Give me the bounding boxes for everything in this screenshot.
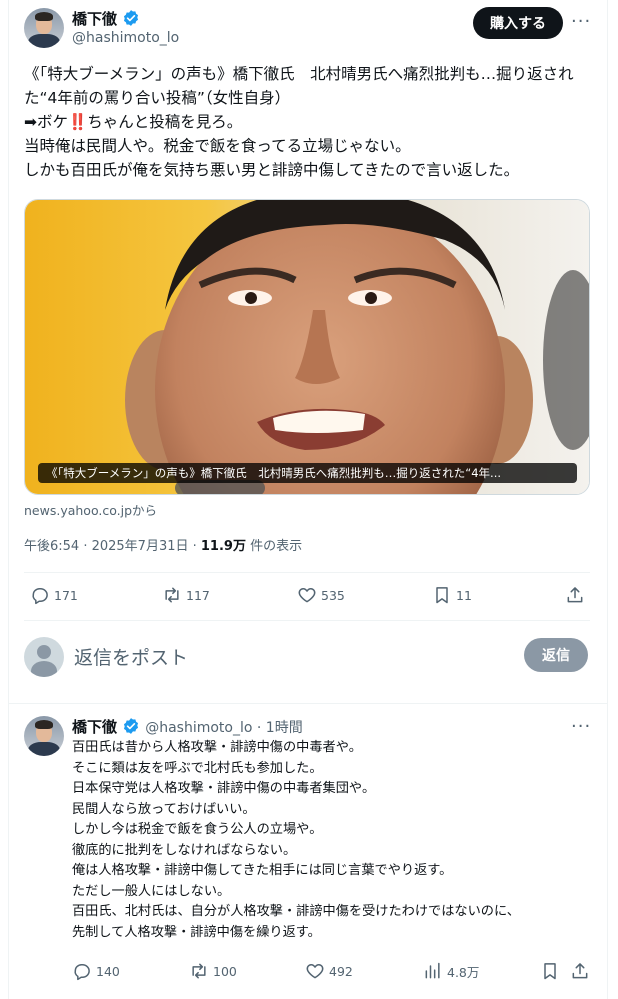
reply-author-handle[interactable]: @hashimoto_lo <box>145 720 252 736</box>
like-count: 535 <box>321 587 345 603</box>
tweet-meta: 午後6:54 · 2025年7月31日 · 11.9万 件の表示 <box>24 535 302 554</box>
views-action[interactable]: 4.8万 <box>423 961 479 981</box>
share-action[interactable] <box>565 585 585 605</box>
author-avatar[interactable] <box>24 8 64 48</box>
view-count: 11.9万 <box>200 539 246 554</box>
tweet-timestamp[interactable]: 午後6:54 · 2025年7月31日 · <box>24 539 201 554</box>
bookmark-icon <box>544 963 556 980</box>
like-action[interactable]: 535 <box>297 585 345 605</box>
view-count-suffix: 件の表示 <box>245 539 303 554</box>
buy-button[interactable]: 購入する <box>473 7 563 39</box>
tweet-text: 《「特大ブーメラン」の声も》橋下徹氏 北村晴男氏へ痛烈批判も…掘り返された“4年… <box>24 65 574 179</box>
more-icon[interactable]: ··· <box>571 11 591 32</box>
author-name[interactable]: 橋下徹 <box>72 10 117 28</box>
reply-view-count: 4.8万 <box>447 964 480 980</box>
card-caption[interactable]: 《「特大ブーメラン」の声も》橋下徹氏 北村晴男氏へ痛烈批判も…掘り返された“4年… <box>38 463 577 483</box>
repost-count: 100 <box>213 963 237 979</box>
reply-button[interactable]: 返信 <box>524 638 588 672</box>
author-name-row[interactable]: 橋下徹 <box>72 8 140 29</box>
reply-icon <box>74 964 90 981</box>
reply-timestamp[interactable]: · 1時間 <box>252 720 303 736</box>
repost-action[interactable]: 117 <box>162 585 210 605</box>
reply-action[interactable]: 140 <box>72 961 120 981</box>
author-handle[interactable]: @hashimoto_lo <box>72 30 179 46</box>
like-icon <box>306 964 324 979</box>
divider <box>24 572 590 573</box>
share-icon <box>567 587 583 603</box>
verified-badge-icon <box>124 10 139 26</box>
verified-badge-icon <box>124 718 139 734</box>
reply-header: 橋下徹 @hashimoto_lo · 1時間 <box>72 716 303 737</box>
like-action[interactable]: 492 <box>305 961 353 981</box>
bookmark-icon <box>436 587 448 604</box>
card-photo <box>25 200 589 494</box>
like-icon <box>298 588 316 603</box>
link-card[interactable] <box>24 199 590 495</box>
views-icon <box>425 962 440 979</box>
divider <box>24 620 590 621</box>
bookmark-count: 11 <box>456 587 472 603</box>
share-icon <box>572 963 588 979</box>
reply-text: 百田氏は昔から人格攻撃・誹謗中傷の中毒者や。 そこに類は友を呼ぶで北村氏も参加し… <box>72 740 520 940</box>
like-count: 492 <box>329 963 353 979</box>
bookmark-action[interactable]: 11 <box>432 585 472 605</box>
bookmark-action[interactable] <box>540 961 560 981</box>
reply-author-avatar[interactable] <box>24 716 64 756</box>
reply-icon <box>32 588 48 605</box>
card-source[interactable]: news.yahoo.co.jpから <box>24 500 157 519</box>
divider <box>9 703 607 704</box>
share-action[interactable] <box>570 961 590 981</box>
repost-icon <box>165 587 179 603</box>
reply-input[interactable]: 返信をポスト <box>74 643 188 670</box>
reply-count: 171 <box>54 587 78 603</box>
reply-author-name[interactable]: 橋下徹 <box>72 718 117 736</box>
reply-action[interactable]: 171 <box>30 585 78 605</box>
repost-count: 117 <box>186 587 210 603</box>
current-user-avatar <box>24 637 64 677</box>
repost-icon <box>192 963 206 979</box>
reply-count: 140 <box>96 963 120 979</box>
repost-action[interactable]: 100 <box>189 961 237 981</box>
more-icon[interactable]: ··· <box>571 716 591 737</box>
